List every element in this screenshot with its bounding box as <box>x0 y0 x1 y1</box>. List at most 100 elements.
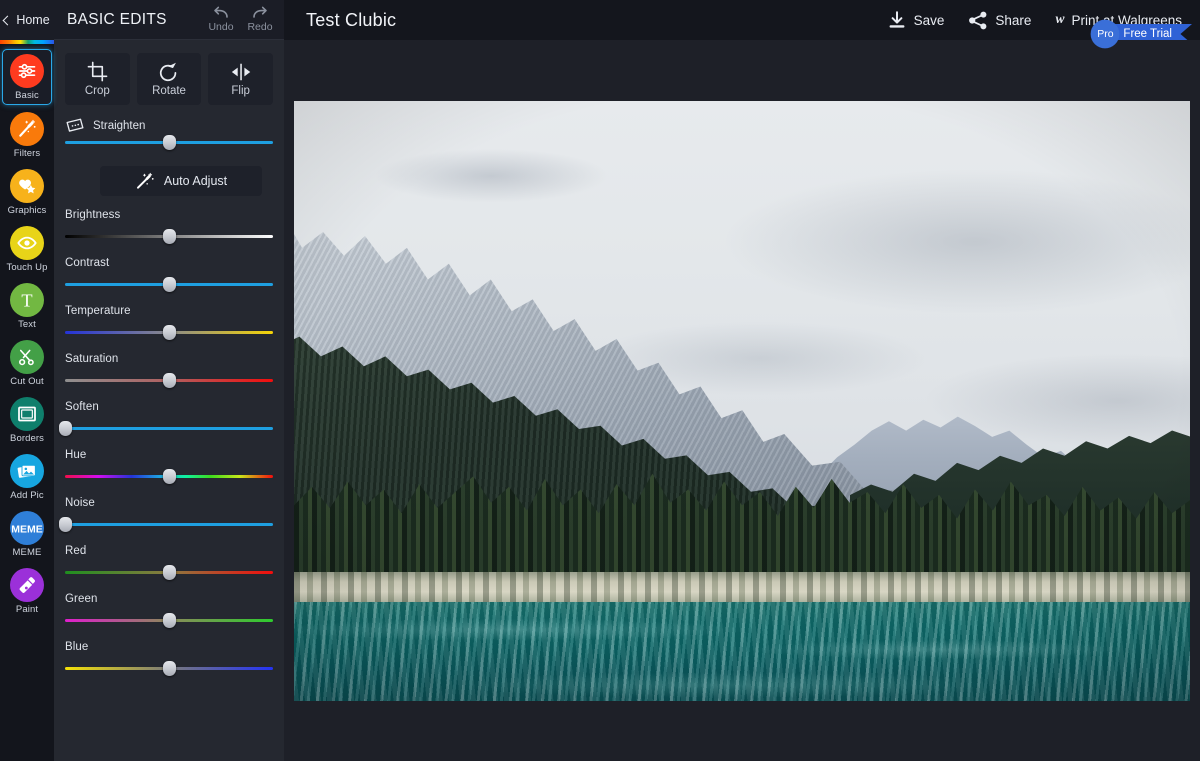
photo-canvas[interactable] <box>294 101 1190 701</box>
hue-slider-thumb[interactable] <box>163 469 176 484</box>
sidebar-item-label: Touch Up <box>7 262 48 273</box>
flip-icon <box>230 62 252 82</box>
saturation-slider-label: Saturation <box>65 353 273 365</box>
green-slider-group: Green <box>54 593 284 628</box>
hue-slider-group: Hue <box>54 449 284 484</box>
noise-slider-label: Noise <box>65 497 273 509</box>
sidebar-item-text[interactable]: T Text <box>3 279 51 333</box>
sidebar-item-basic[interactable]: Basic <box>2 49 52 105</box>
sidebar-item-label: Paint <box>16 604 38 615</box>
sidebar-item-add-pic[interactable]: Add Pic <box>3 450 51 504</box>
photos-icon <box>10 454 44 488</box>
soften-slider-label: Soften <box>65 401 273 413</box>
contrast-slider[interactable] <box>65 276 273 292</box>
sidebar-item-cut-out[interactable]: Cut Out <box>3 336 51 390</box>
scissors-icon <box>10 340 44 374</box>
sidebar-item-touch-up[interactable]: Touch Up <box>3 222 51 276</box>
crop-icon <box>87 61 108 82</box>
temperature-slider[interactable] <box>65 324 273 340</box>
photo-image <box>294 101 1190 701</box>
share-label: Share <box>995 13 1031 28</box>
green-slider-thumb[interactable] <box>163 613 176 628</box>
photo-editor-app: Home Basic Filters Graphics Touch Up T Text Cu… <box>0 0 1200 761</box>
svg-text:T: T <box>21 290 32 310</box>
tool-rail-items: Basic Filters Graphics Touch Up T Text Cut Out… <box>0 44 54 761</box>
contrast-slider-label: Contrast <box>65 257 273 269</box>
basic-edits-panel: BASIC EDITS Undo Redo <box>54 0 284 761</box>
redo-icon <box>250 5 270 21</box>
red-slider-thumb[interactable] <box>163 565 176 580</box>
straighten-header: Straighten <box>54 105 284 134</box>
blue-slider-group: Blue <box>54 641 284 676</box>
sidebar-item-label: Filters <box>14 148 41 159</box>
top-bar: Test Clubic Save <box>284 0 1200 40</box>
soften-slider-thumb[interactable] <box>59 421 72 436</box>
noise-slider-group: Noise <box>54 497 284 532</box>
sidebar-item-filters[interactable]: Filters <box>3 108 51 162</box>
share-button[interactable]: Share <box>956 0 1043 40</box>
crop-button[interactable]: Crop <box>65 53 130 105</box>
noise-slider-thumb[interactable] <box>59 517 72 532</box>
sidebar-item-label: Basic <box>15 90 39 101</box>
saturation-slider[interactable] <box>65 372 273 388</box>
red-slider[interactable] <box>65 564 273 580</box>
brightness-slider-label: Brightness <box>65 209 273 221</box>
sticker-star-icon <box>10 169 44 203</box>
rotate-button[interactable]: Rotate <box>137 53 202 105</box>
sidebar-item-graphics[interactable]: Graphics <box>3 165 51 219</box>
straighten-icon <box>65 118 85 134</box>
green-slider-label: Green <box>65 593 273 605</box>
auto-adjust-button[interactable]: Auto Adjust <box>100 166 262 196</box>
temperature-slider-thumb[interactable] <box>163 325 176 340</box>
blue-slider-label: Blue <box>65 641 273 653</box>
sidebar-item-label: Cut Out <box>10 376 43 387</box>
green-slider[interactable] <box>65 612 273 628</box>
straighten-slider[interactable] <box>65 134 273 150</box>
temperature-slider-label: Temperature <box>65 305 273 317</box>
noise-slider[interactable] <box>65 516 273 532</box>
save-button[interactable]: Save <box>875 0 957 40</box>
contrast-slider-thumb[interactable] <box>163 277 176 292</box>
magic-wand-icon <box>10 112 44 146</box>
straighten-label: Straighten <box>93 120 145 132</box>
straighten-slider-wrap <box>54 134 284 150</box>
red-slider-label: Red <box>65 545 273 557</box>
soften-slider[interactable] <box>65 420 273 436</box>
paintbrush-icon <box>10 568 44 602</box>
soften-slider-track <box>65 427 273 430</box>
temperature-slider-group: Temperature <box>54 305 284 340</box>
sidebar-item-label: Text <box>18 319 36 330</box>
sidebar-item-label: Borders <box>10 433 44 444</box>
canvas-area[interactable] <box>284 40 1200 761</box>
photo-lake-layer <box>294 602 1190 701</box>
redo-button[interactable]: Redo <box>242 3 278 33</box>
back-chevron-icon <box>3 15 13 25</box>
brightness-slider-thumb[interactable] <box>163 229 176 244</box>
red-slider-group: Red <box>54 545 284 580</box>
blue-slider-thumb[interactable] <box>163 661 176 676</box>
contrast-slider-group: Contrast <box>54 257 284 292</box>
sidebar-item-paint[interactable]: Paint <box>3 564 51 618</box>
transform-button-row: Crop Rotate Flip <box>54 53 284 105</box>
flip-button[interactable]: Flip <box>208 53 273 105</box>
home-button[interactable]: Home <box>0 0 54 40</box>
download-icon <box>887 10 907 30</box>
walgreens-logo-icon: w <box>1055 12 1064 26</box>
hue-slider-label: Hue <box>65 449 273 461</box>
blue-slider[interactable] <box>65 660 273 676</box>
undo-redo-group: Undo Redo <box>203 3 278 33</box>
save-label: Save <box>914 13 945 28</box>
brightness-slider[interactable] <box>65 228 273 244</box>
saturation-slider-thumb[interactable] <box>163 373 176 388</box>
auto-adjust-label: Auto Adjust <box>164 174 227 188</box>
sidebar-item-borders[interactable]: Borders <box>3 393 51 447</box>
sidebar-item-meme[interactable]: MEMEMEME <box>3 507 51 561</box>
undo-button[interactable]: Undo <box>203 3 239 33</box>
panel-header: BASIC EDITS Undo Redo <box>54 0 284 40</box>
document-title: Test Clubic <box>306 10 396 31</box>
flip-label: Flip <box>231 85 250 97</box>
noise-slider-track <box>65 523 273 526</box>
straighten-slider-thumb[interactable] <box>163 135 176 150</box>
hue-slider[interactable] <box>65 468 273 484</box>
magic-wand-icon <box>135 172 155 190</box>
